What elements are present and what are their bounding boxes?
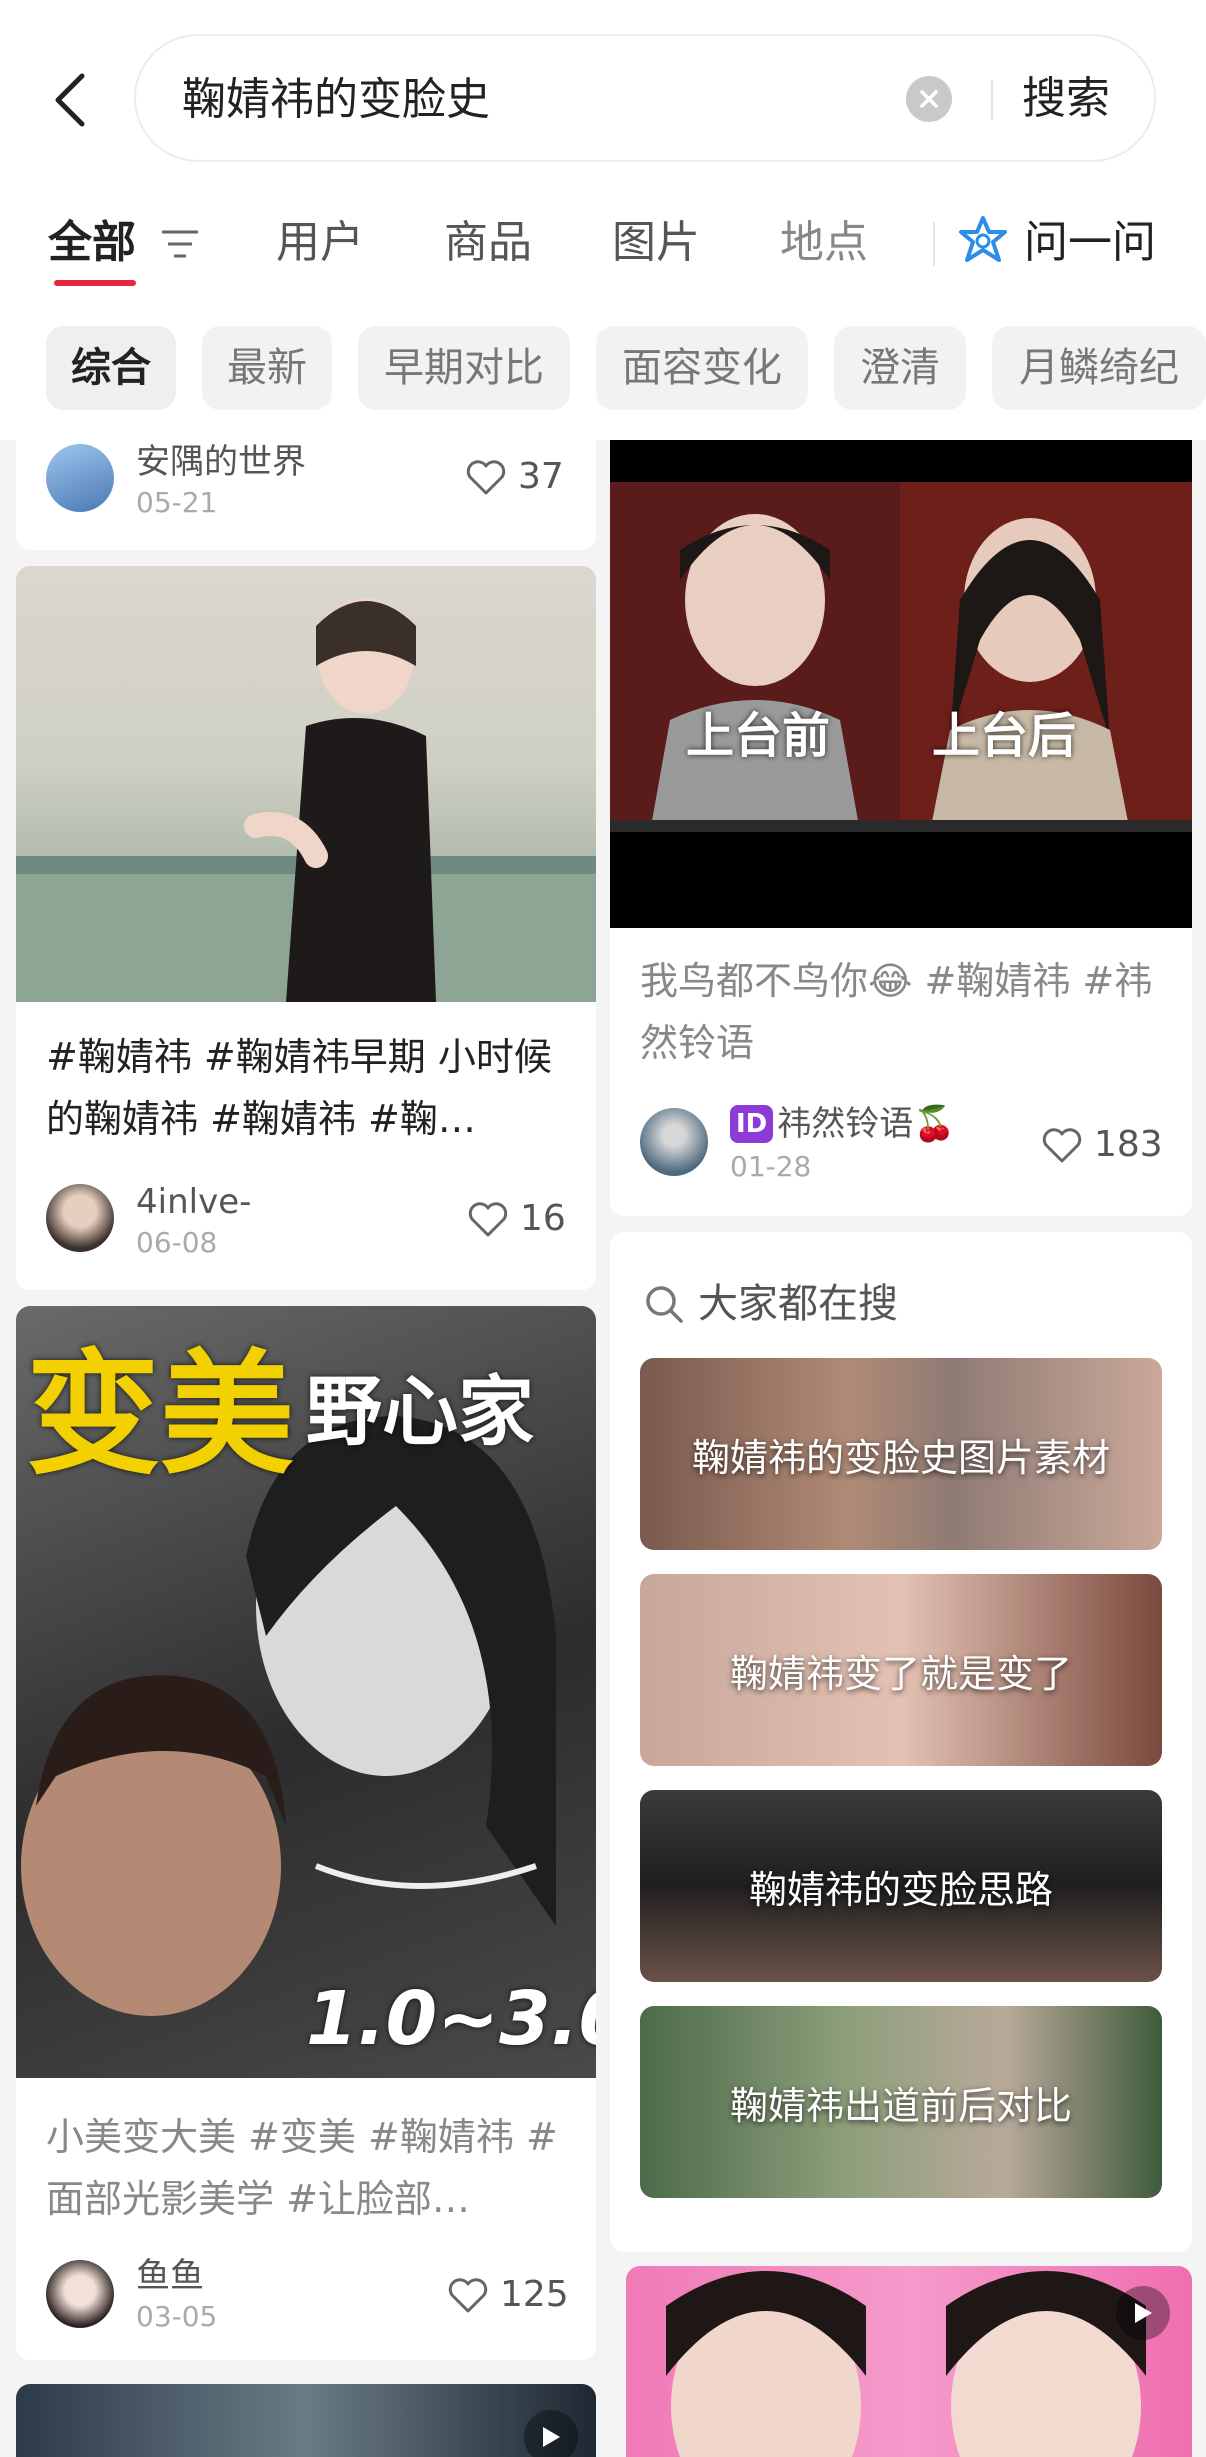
hot-search-title: 大家都在搜 [698, 1281, 898, 1327]
tab-all[interactable]: 全部 [48, 210, 136, 276]
author-name[interactable]: 4inlve- [136, 1182, 251, 1222]
post-date: 03-05 [136, 2300, 218, 2333]
chip-latest[interactable]: 最新 [202, 326, 332, 410]
overlay-version: 1.0~3.0 [306, 1976, 596, 2062]
author-name[interactable]: 鱼鱼 [136, 2256, 204, 2296]
play-icon [1135, 2303, 1152, 2323]
note-cover-image[interactable]: 变美 野心家 1.0~3.0 [16, 1306, 596, 2078]
search-icon [646, 1286, 683, 1323]
post-date: 06-08 [136, 1226, 218, 1259]
author-row[interactable]: ID 祎然铃语🍒 [730, 1104, 956, 1144]
hot-search-item[interactable]: 鞠婧祎变了就是变了 [640, 1574, 1162, 1766]
hot-search-item[interactable]: 鞠婧祎的变脸史图片素材 [640, 1358, 1162, 1550]
note-cover-image[interactable]: 上台前 上台后 [610, 440, 1192, 928]
search-input[interactable]: 鞠婧祎的变脸史 搜索 [134, 34, 1156, 162]
author-name[interactable]: 祎然铃语🍒 [777, 1104, 955, 1144]
comparison-photo [666, 2271, 1146, 2457]
hot-search-item[interactable]: 鞠婧祎的变脸思路 [640, 1790, 1162, 1982]
overlay-title-white: 野心家 [306, 1367, 534, 1456]
like-button[interactable]: 183 [1042, 1122, 1163, 1168]
note-caption[interactable]: 我鸟都不鸟你😂 #鞠婧祎 #祎然铃语 [640, 950, 1162, 1074]
overlay-title-yellow: 变美 [26, 1337, 295, 1493]
avatar[interactable] [46, 2260, 114, 2328]
ask-star-icon[interactable] [955, 214, 1011, 270]
author-name[interactable]: 安隅的世界 [136, 442, 306, 482]
like-button[interactable]: 16 [468, 1196, 566, 1242]
note-cover-image[interactable] [16, 566, 596, 1002]
note-card-partial-bottom[interactable] [16, 2384, 596, 2457]
hot-search-label: 鞠婧祎的变脸思路 [748, 1867, 1053, 1912]
post-date: 05-21 [136, 486, 218, 519]
play-icon [543, 2427, 560, 2447]
video-badge [1116, 2286, 1170, 2340]
note-card-partial[interactable]: 安隅的世界 05-21 37 [16, 440, 596, 550]
note-cover-image[interactable] [626, 2266, 1192, 2457]
like-count: 16 [520, 1198, 566, 1239]
avatar[interactable] [46, 444, 114, 512]
hot-search-item[interactable]: 鞠婧祎出道前后对比 [640, 2006, 1162, 2198]
tab-users[interactable]: 用户 [276, 210, 364, 276]
chip-clarify[interactable]: 澄清 [834, 326, 966, 410]
tab-divider [933, 222, 935, 266]
active-tab-indicator [54, 280, 136, 286]
id-badge: ID [730, 1105, 774, 1143]
note-caption[interactable]: 小美变大美 #变美 #鞠婧祎 #面部光影美学 #让脸部… [46, 2106, 566, 2230]
search-query[interactable]: 鞠婧祎的变脸史 [182, 70, 490, 130]
tab-images[interactable]: 图片 [612, 210, 700, 276]
filter-icon[interactable] [160, 226, 200, 262]
avatar[interactable] [640, 1108, 708, 1176]
ballet-photo [16, 598, 596, 1002]
search-button[interactable]: 搜索 [1022, 66, 1110, 132]
hot-search-label: 鞠婧祎变了就是变了 [729, 1651, 1072, 1696]
hot-search-label: 鞠婧祎的变脸史图片素材 [691, 1435, 1110, 1480]
search-divider [991, 80, 993, 120]
overlay-before-label: 上台前 [686, 708, 831, 764]
note-card-partial-bottom[interactable] [626, 2266, 1192, 2457]
like-button[interactable]: 37 [466, 454, 564, 500]
hot-search-label: 鞠婧祎出道前后对比 [729, 2083, 1072, 2128]
video-badge [524, 2410, 578, 2457]
chip-early-compare[interactable]: 早期对比 [358, 326, 570, 410]
tab-places[interactable]: 地点 [780, 210, 868, 276]
tab-products[interactable]: 商品 [444, 210, 532, 276]
like-button[interactable]: 125 [448, 2272, 569, 2318]
chip-comprehensive[interactable]: 综合 [46, 326, 176, 410]
clear-search-button[interactable] [906, 76, 952, 122]
heart-icon [468, 1202, 508, 1237]
overlay-after-label: 上台后 [932, 708, 1077, 764]
stage-photo [610, 482, 1192, 832]
ask-button[interactable]: 问一问 [1024, 210, 1156, 276]
note-cover-image[interactable] [16, 2384, 596, 2457]
back-button[interactable] [40, 62, 100, 138]
heart-icon [466, 460, 506, 495]
chip-moon-scale[interactable]: 月鳞绮纪 [992, 326, 1206, 410]
chevron-left-icon [55, 73, 85, 127]
heart-icon [448, 2278, 488, 2313]
note-card-stage[interactable]: 上台前 上台后 我鸟都不鸟你😂 #鞠婧祎 #祎然铃语 ID 祎然铃语🍒 01-2… [610, 440, 1192, 1216]
note-card-makeover[interactable]: 变美 野心家 1.0~3.0 小美变大美 #变美 #鞠婧祎 #面部光影美学 #让… [16, 1306, 596, 2360]
close-icon [920, 90, 938, 108]
note-card-ballet[interactable]: #鞠婧祎 #鞠婧祎早期 小时候的鞠婧祎 #鞠婧祎 #鞠… 4inlve- 06-… [16, 566, 596, 1290]
post-date: 01-28 [730, 1150, 812, 1183]
heart-icon [1042, 1128, 1082, 1163]
filter-chips: 综合 最新 早期对比 面容变化 澄清 月鳞绮纪 [0, 326, 1206, 410]
like-count: 125 [500, 2274, 569, 2315]
like-count: 183 [1094, 1124, 1163, 1165]
chip-face-change[interactable]: 面容变化 [596, 326, 808, 410]
avatar[interactable] [46, 1184, 114, 1252]
like-count: 37 [518, 456, 564, 497]
note-caption[interactable]: #鞠婧祎 #鞠婧祎早期 小时候的鞠婧祎 #鞠婧祎 #鞠… [46, 1026, 566, 1150]
